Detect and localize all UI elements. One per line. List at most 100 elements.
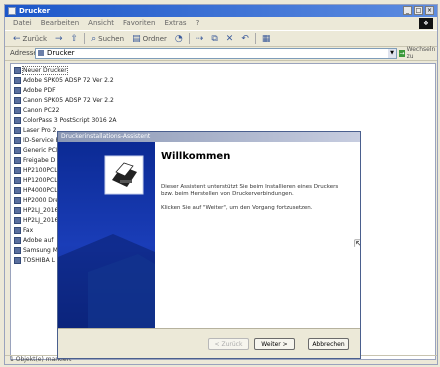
list-item[interactable]: TOSHIBA L — [14, 256, 55, 265]
close-button[interactable]: × — [425, 6, 434, 15]
list-item[interactable]: HP2LJ_2016 — [14, 206, 58, 215]
copy-to-button[interactable]: ⧉ — [209, 33, 219, 45]
window-titlebar[interactable]: Drucker _ □ × — [5, 5, 437, 17]
list-item[interactable]: Fax — [14, 226, 33, 235]
delete-button[interactable]: ✕ — [224, 33, 236, 45]
list-item-label: Neuer Drucker — [22, 66, 68, 75]
move-to-button[interactable]: ⇢ — [194, 33, 206, 45]
menu-item-file[interactable]: Datei — [13, 18, 32, 29]
printer-icon — [14, 107, 21, 114]
printer-icon — [14, 247, 21, 254]
maximize-button[interactable]: □ — [414, 6, 423, 15]
menu-item-favorites[interactable]: Favoriten — [123, 18, 155, 29]
printer-icon — [14, 157, 21, 164]
list-item[interactable]: Adobe auf — [14, 236, 53, 245]
fax-icon — [14, 227, 21, 234]
address-value: Drucker — [47, 49, 75, 57]
next-button[interactable]: Weiter > — [254, 338, 295, 350]
wizard-sidebar — [58, 142, 155, 329]
wizard-titlebar[interactable]: Druckerinstallations-Assistent — [58, 132, 360, 142]
printer-icon — [14, 177, 21, 184]
list-item[interactable]: HP2100PCL — [14, 166, 58, 175]
add-printer-icon — [14, 67, 21, 74]
forward-button[interactable]: → — [53, 33, 65, 45]
windows-logo-icon: ❖ — [419, 18, 433, 29]
printer-icon — [14, 97, 21, 104]
forward-arrow-icon: → — [55, 33, 63, 44]
search-label: Suchen — [98, 34, 125, 43]
add-printer-wizard-dialog: Druckerinstallations-Assistent Willkomme… — [57, 131, 361, 359]
mouse-cursor-icon: ⇱ — [354, 239, 360, 250]
delete-icon: ✕ — [225, 33, 234, 44]
list-item-label: HP2000 Dre — [23, 197, 59, 204]
folders-label: Ordner — [142, 34, 167, 43]
list-item[interactable]: Canon PC22 — [14, 106, 60, 115]
list-item-label: TOSHIBA L — [23, 257, 55, 264]
address-bar: Adresse Drucker ▼ → Wechseln zu — [5, 46, 437, 61]
list-item[interactable]: Adobe PDF — [14, 86, 56, 95]
history-icon: ◔ — [174, 33, 183, 44]
list-item-label: Adobe auf — [23, 237, 54, 244]
list-item[interactable]: HP1200PCL — [14, 176, 58, 185]
menu-item-edit[interactable]: Bearbeiten — [41, 18, 79, 29]
list-item[interactable]: Generic PCL — [14, 146, 59, 155]
back-wizard-button[interactable]: < Zurück — [208, 338, 249, 350]
printer-icon — [14, 77, 21, 84]
list-item[interactable]: Canon SPK05 ADSP 72 Ver 2.2 — [14, 96, 114, 105]
go-arrow-icon: → — [399, 49, 405, 57]
menu-item-view[interactable]: Ansicht — [88, 18, 114, 29]
printer-icon — [14, 257, 21, 264]
list-item-add-printer[interactable]: Neuer Drucker — [14, 66, 68, 75]
list-item[interactable]: ID-Service PS — [14, 136, 63, 145]
list-item[interactable]: Freigabe D — [14, 156, 55, 165]
go-label: Wechseln zu — [406, 46, 436, 60]
list-item[interactable]: Laser Pro 2 — [14, 126, 56, 135]
wizard-content: Willkommen Dieser Assistent unterstützt … — [155, 142, 360, 329]
printer-icon — [14, 187, 21, 194]
list-item[interactable]: Adobe SPK05 ADSP 72 Ver 2.2 — [14, 76, 114, 85]
copy-to-icon: ⧉ — [211, 33, 218, 44]
undo-button[interactable]: ↶ — [239, 33, 251, 45]
search-button[interactable]: ⌕ Suchen — [89, 33, 126, 45]
list-item[interactable]: Samsung ML — [14, 246, 61, 255]
go-button[interactable]: → Wechseln zu — [399, 46, 437, 60]
printers-folder-icon — [8, 7, 16, 15]
toolbar-separator — [188, 33, 190, 44]
list-item[interactable]: ColorPass 3 PostScript 3016 2A — [14, 116, 117, 125]
toolbar: ← Zurück → ⇧ ⌕ Suchen ▤ Ordner ◔ ⇢ ⧉ ✕ ↶ ▦ — [5, 30, 437, 47]
cancel-button[interactable]: Abbrechen — [308, 338, 349, 350]
printer-icon — [14, 147, 21, 154]
wizard-instruction-text: Klicken Sie auf "Weiter", um den Vorgang… — [161, 205, 313, 211]
list-item-label: Laser Pro 2 — [23, 127, 57, 134]
list-item-label: HP2LJ_2016 — [23, 207, 59, 214]
history-button[interactable]: ◔ — [173, 33, 185, 45]
views-icon: ▦ — [261, 33, 271, 44]
list-item[interactable]: HP2LJ_2016 — [14, 216, 58, 225]
up-folder-icon: ⇧ — [70, 33, 79, 44]
menu-item-tools[interactable]: Extras — [164, 18, 186, 29]
up-folder-button[interactable]: ⇧ — [69, 33, 81, 45]
list-item-label: Generic PCL — [23, 147, 60, 154]
minimize-button[interactable]: _ — [403, 6, 412, 15]
menu-item-help[interactable]: ? — [196, 18, 200, 29]
list-item[interactable]: HP2000 Dre — [14, 196, 59, 205]
back-button[interactable]: ← Zurück — [11, 33, 49, 45]
wizard-sidebar-art — [58, 155, 155, 329]
printer-wizard-icon — [104, 155, 144, 195]
folders-icon: ▤ — [132, 33, 141, 44]
list-item-label: Samsung ML — [23, 247, 62, 254]
folders-button[interactable]: ▤ Ordner — [130, 33, 169, 45]
wizard-heading: Willkommen — [161, 151, 231, 162]
back-arrow-icon: ← — [13, 33, 21, 44]
printer-icon — [14, 167, 21, 174]
address-dropdown-icon[interactable]: ▼ — [388, 49, 396, 58]
printer-icon — [14, 117, 21, 124]
printer-icon — [14, 237, 21, 244]
address-input[interactable]: Drucker ▼ — [35, 48, 397, 59]
move-to-icon: ⇢ — [195, 33, 204, 44]
toolbar-separator — [254, 33, 256, 44]
list-item-label: HP4000PCL — [23, 187, 58, 194]
views-button[interactable]: ▦ — [260, 33, 273, 45]
list-item[interactable]: HP4000PCL — [14, 186, 58, 195]
list-item-label: HP1200PCL — [23, 177, 58, 184]
